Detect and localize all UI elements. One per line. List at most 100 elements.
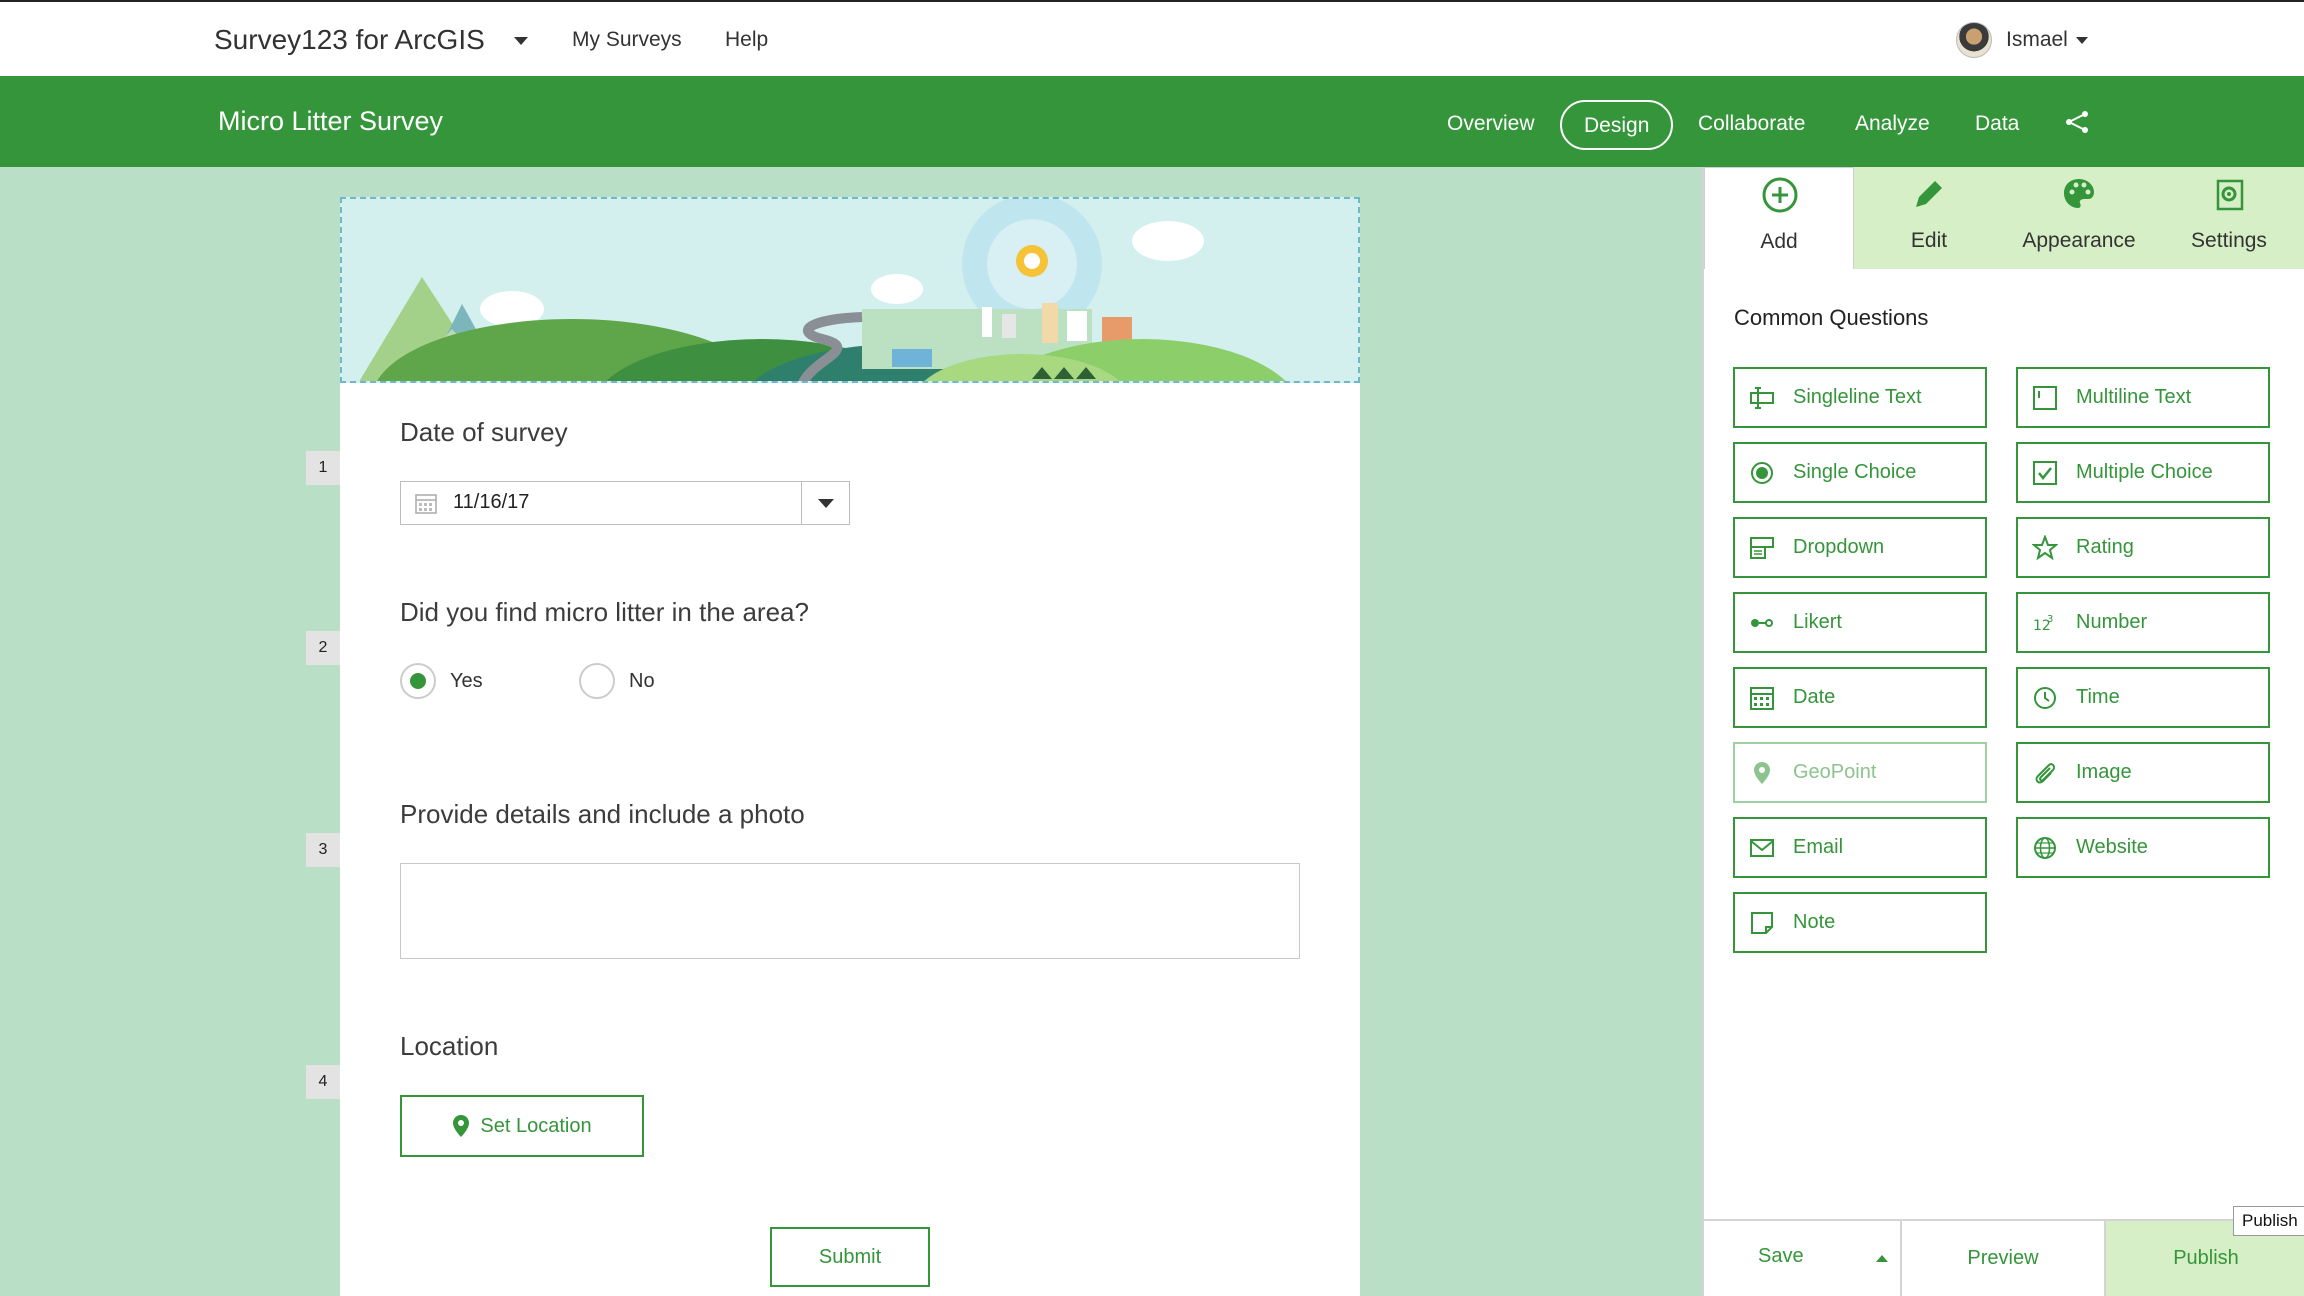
button-label: Dropdown — [1793, 536, 1885, 558]
question-label[interactable]: Date of survey — [400, 417, 568, 448]
submit-button[interactable]: Submit — [770, 1227, 930, 1287]
button-label: Number — [2076, 611, 2148, 633]
tab-analyze[interactable]: Analyze — [1855, 100, 1930, 150]
likert-icon — [1751, 618, 1773, 627]
calendar-icon — [415, 494, 437, 514]
set-location-button[interactable]: Set Location — [400, 1095, 644, 1157]
button-label: Website — [2076, 836, 2148, 858]
add-dropdown-button[interactable]: Dropdown — [1733, 517, 1987, 578]
add-number-button[interactable]: 12 3 Number — [2016, 592, 2270, 653]
date-value: 11/16/17 — [453, 491, 530, 513]
add-image-button[interactable]: Image — [2016, 742, 2270, 803]
save-button[interactable]: Save — [1704, 1221, 1902, 1296]
add-email-button[interactable]: Email — [1733, 817, 1987, 878]
button-label: Single Choice — [1793, 461, 1917, 483]
panel-bottom-bar: Save Preview Publish — [1704, 1219, 2304, 1296]
app-menu-caret-icon[interactable] — [514, 37, 528, 45]
tab-collaborate[interactable]: Collaborate — [1698, 100, 1805, 150]
envelope-icon — [1750, 838, 1774, 857]
user-menu[interactable]: Ismael — [1956, 22, 2088, 58]
number-icon: 12 3 — [2033, 614, 2053, 634]
add-single-choice-button[interactable]: Single Choice — [1733, 442, 1987, 503]
button-label: Multiline Text — [2076, 386, 2192, 408]
button-label: Email — [1793, 836, 1844, 858]
set-location-label: Set Location — [480, 1114, 592, 1137]
button-label: Rating — [2076, 536, 2134, 558]
help-link[interactable]: Help — [725, 28, 768, 52]
add-multiple-choice-button[interactable]: Multiple Choice — [2016, 442, 2270, 503]
survey-form: 1 Date of survey 11/16/17 2 Did you find… — [306, 197, 1360, 1296]
question-number: 2 — [306, 631, 340, 665]
design-panel: Add Edit Appearance Settings Common Ques… — [1702, 167, 2304, 1296]
button-label: Singleline Text — [1793, 386, 1922, 408]
calendar-icon — [1750, 686, 1774, 710]
app-title[interactable]: Survey123 for ArcGIS — [214, 24, 485, 56]
tab-settings[interactable]: Settings — [2154, 167, 2304, 269]
question-label[interactable]: Did you find micro litter in the area? — [400, 597, 809, 628]
publish-tooltip: Publish — [2233, 1206, 2304, 1236]
add-date-button[interactable]: Date — [1733, 667, 1987, 728]
add-time-button[interactable]: Time — [2016, 667, 2270, 728]
button-label: Note — [1793, 911, 1836, 933]
section-title: Common Questions — [1734, 305, 1929, 330]
survey-header-banner[interactable] — [340, 197, 1360, 383]
svg-text:3: 3 — [2047, 614, 2053, 625]
add-likert-button[interactable]: Likert — [1733, 592, 1987, 653]
user-caret-icon[interactable] — [2075, 36, 2088, 44]
tab-overview[interactable]: Overview — [1447, 100, 1535, 150]
tab-appearance[interactable]: Appearance — [2004, 167, 2154, 269]
map-pin-icon — [453, 1115, 470, 1137]
survey-header: Micro Litter Survey Overview Design Coll… — [0, 76, 2304, 167]
radio-selected-icon[interactable] — [400, 663, 436, 699]
question-label[interactable]: Location — [400, 1031, 498, 1062]
palette-icon — [2064, 179, 2094, 208]
tab-design[interactable]: Design — [1560, 100, 1674, 150]
details-textarea[interactable] — [400, 863, 1300, 959]
globe-icon — [2034, 836, 2056, 859]
clock-icon — [2034, 686, 2056, 709]
add-singleline-text-button[interactable]: Singleline Text — [1733, 367, 1987, 428]
button-label: Date — [1793, 686, 1836, 708]
radio-option-yes[interactable]: Yes — [400, 663, 483, 699]
button-label: Time — [2076, 686, 2120, 708]
tab-label: Appearance — [2022, 229, 2136, 252]
my-surveys-link[interactable]: My Surveys — [572, 28, 682, 52]
button-label: Image — [2076, 761, 2132, 783]
radio-unselected-icon[interactable] — [579, 663, 615, 699]
star-icon — [2032, 534, 2058, 560]
plus-circle-icon — [1762, 177, 1798, 213]
chevron-up-icon[interactable] — [1876, 1255, 1888, 1262]
add-geopoint-button[interactable]: GeoPoint — [1733, 742, 1987, 803]
tab-label: Add — [1760, 230, 1798, 253]
avatar[interactable] — [1956, 22, 1992, 58]
button-label: GeoPoint — [1793, 761, 1877, 783]
question-label[interactable]: Provide details and include a photo — [400, 799, 805, 830]
panel-tabs: Add Edit Appearance Settings — [1704, 167, 2304, 269]
paperclip-icon — [2035, 762, 2056, 783]
design-canvas: 1 Date of survey 11/16/17 2 Did you find… — [0, 167, 1702, 1296]
preview-button[interactable]: Preview — [1904, 1221, 2102, 1296]
tab-data[interactable]: Data — [1975, 100, 2019, 150]
survey-title: Micro Litter Survey — [218, 106, 444, 136]
add-website-button[interactable]: Website — [2016, 817, 2270, 878]
add-rating-button[interactable]: Rating — [2016, 517, 2270, 578]
share-network-icon[interactable] — [2064, 109, 2090, 135]
tab-add[interactable]: Add — [1704, 167, 1854, 269]
date-field[interactable]: 11/16/17 — [400, 481, 850, 525]
add-multiline-text-button[interactable]: Multiline Text — [2016, 367, 2270, 428]
radio-label: Yes — [450, 669, 483, 692]
user-name[interactable]: Ismael — [2006, 28, 2068, 52]
question-number: 3 — [306, 833, 340, 867]
pencil-icon — [1916, 181, 1942, 207]
radio-label: No — [629, 669, 655, 692]
singleline-text-icon — [1750, 386, 1774, 409]
top-bar: Survey123 for ArcGIS My Surveys Help Ism… — [0, 0, 2304, 76]
add-note-button[interactable]: Note — [1733, 892, 1987, 953]
tab-label: Edit — [1910, 229, 1948, 252]
chevron-down-icon[interactable] — [801, 482, 849, 524]
settings-gear-icon — [2216, 179, 2244, 211]
map-pin-icon — [1754, 761, 1770, 784]
radio-option-no[interactable]: No — [579, 663, 655, 699]
question-number: 1 — [306, 451, 340, 485]
tab-edit[interactable]: Edit — [1854, 167, 2004, 269]
